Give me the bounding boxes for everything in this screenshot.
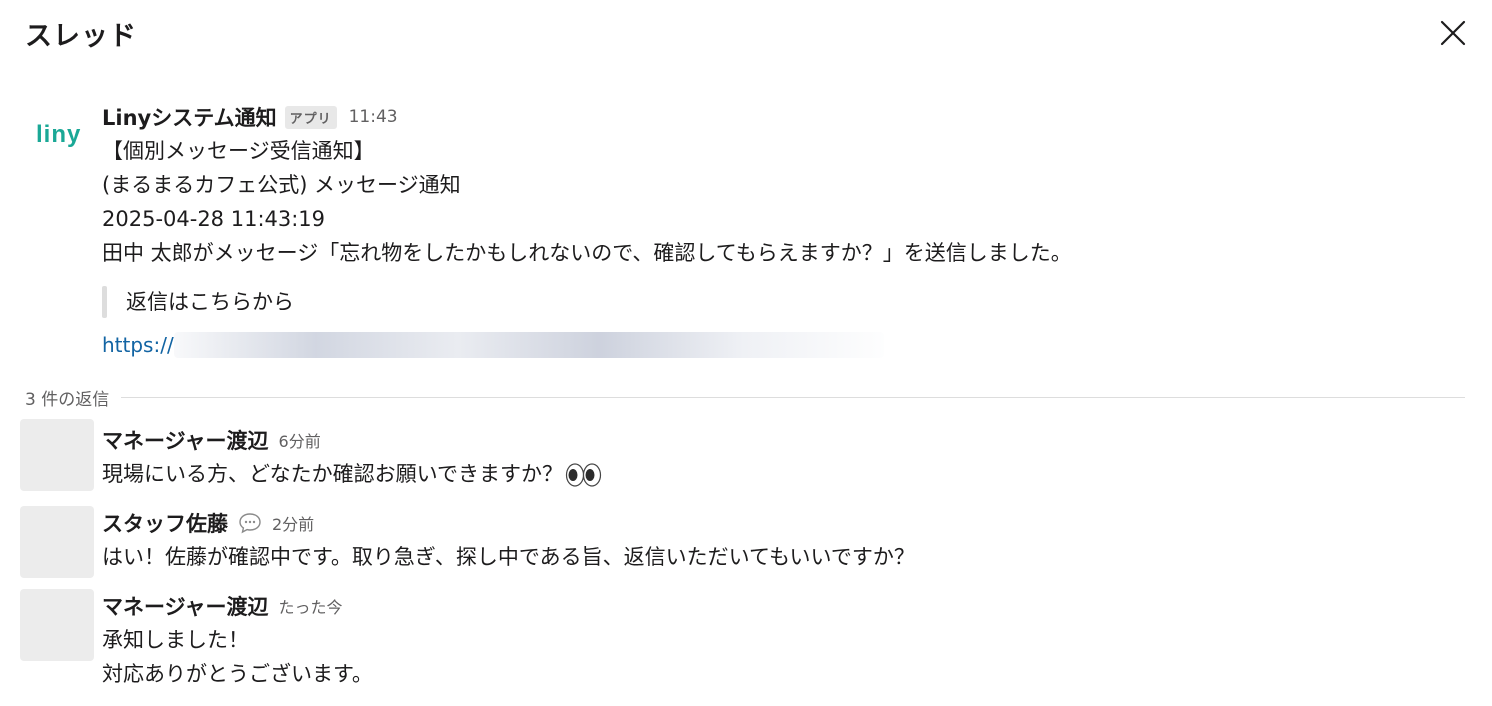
svg-text:liny: liny (36, 121, 81, 148)
app-avatar[interactable]: liny (28, 112, 92, 152)
sender-name[interactable]: マネージャー渡辺 (102, 591, 269, 621)
message-line: 2025-04-28 11:43:19 (102, 207, 326, 231)
message-line: 現場にいる方、どなたか確認お願いできますか？ (102, 457, 1462, 491)
message-line: 承知しました！ (102, 628, 249, 652)
avatar[interactable] (20, 419, 94, 491)
reply-header: マネージャー渡辺 たった今 (102, 589, 1462, 623)
message-header: Linyシステム通知 アプリ 11:43 (102, 100, 1462, 134)
message-timestamp[interactable]: 6分前 (279, 428, 321, 452)
quote-text: 返信はこちらから (126, 290, 294, 314)
message-line: はい！佐藤が確認中です。取り急ぎ、探し中である旨、返信いただいてもいいですか？ (102, 545, 915, 569)
parent-message-body: Linyシステム通知 アプリ 11:43 【個別メッセージ受信通知】 (まるまる… (102, 100, 1462, 362)
sender-name[interactable]: マネージャー渡辺 (102, 425, 269, 455)
message-timestamp[interactable]: たった今 (279, 594, 343, 618)
message-line: 対応ありがとうございます。 (102, 662, 373, 686)
liny-logo-icon: liny (36, 121, 81, 148)
divider-line (121, 396, 1465, 398)
thread-title: スレッド (25, 21, 137, 52)
reply-header: スタッフ佐藤 2分前 (102, 506, 1462, 540)
thread-header: スレッド (0, 0, 1492, 70)
reply-body: マネージャー渡辺 6分前 現場にいる方、どなたか確認お願いできますか？ (102, 423, 1462, 491)
message-line: 田中 太郎がメッセージ「忘れ物をしたかもしれないので、確認してもらえますか？」を… (102, 241, 1072, 265)
message-line: (まるまるカフェ公式) メッセージ通知 (102, 173, 461, 197)
sender-name[interactable]: Linyシステム通知 (102, 102, 277, 132)
eyes-emoji-icon (565, 463, 603, 487)
link-row: https:// (102, 328, 1462, 362)
message-timestamp[interactable]: 11:43 (349, 107, 398, 127)
avatar[interactable] (20, 589, 94, 661)
message-timestamp[interactable]: 2分前 (272, 511, 314, 535)
reply-body: スタッフ佐藤 2分前 はい！佐藤が確認中です。取り急ぎ、探し中である旨、返信いた… (102, 506, 1462, 574)
reply-header: マネージャー渡辺 6分前 (102, 423, 1462, 457)
close-icon[interactable] (1436, 16, 1470, 50)
replies-divider: 3 件の返信 (25, 386, 1465, 410)
reply-body: マネージャー渡辺 たった今 承知しました！ 対応ありがとうございます。 (102, 589, 1462, 691)
quote-block: 返信はこちらから (102, 284, 1462, 320)
close-button[interactable] (1436, 16, 1470, 50)
sender-name[interactable]: スタッフ佐藤 (102, 508, 228, 538)
quote-bar (102, 286, 107, 318)
reply-link[interactable]: https:// (102, 333, 174, 357)
app-badge: アプリ (284, 105, 337, 129)
message-line: 【個別メッセージ受信通知】 (102, 139, 375, 163)
message-text: 現場にいる方、どなたか確認お願いできますか？ (102, 462, 563, 486)
redacted-url[interactable] (174, 332, 884, 358)
avatar[interactable] (20, 506, 94, 578)
speech-bubble-icon (238, 511, 262, 535)
reply-count: 3 件の返信 (25, 389, 110, 410)
